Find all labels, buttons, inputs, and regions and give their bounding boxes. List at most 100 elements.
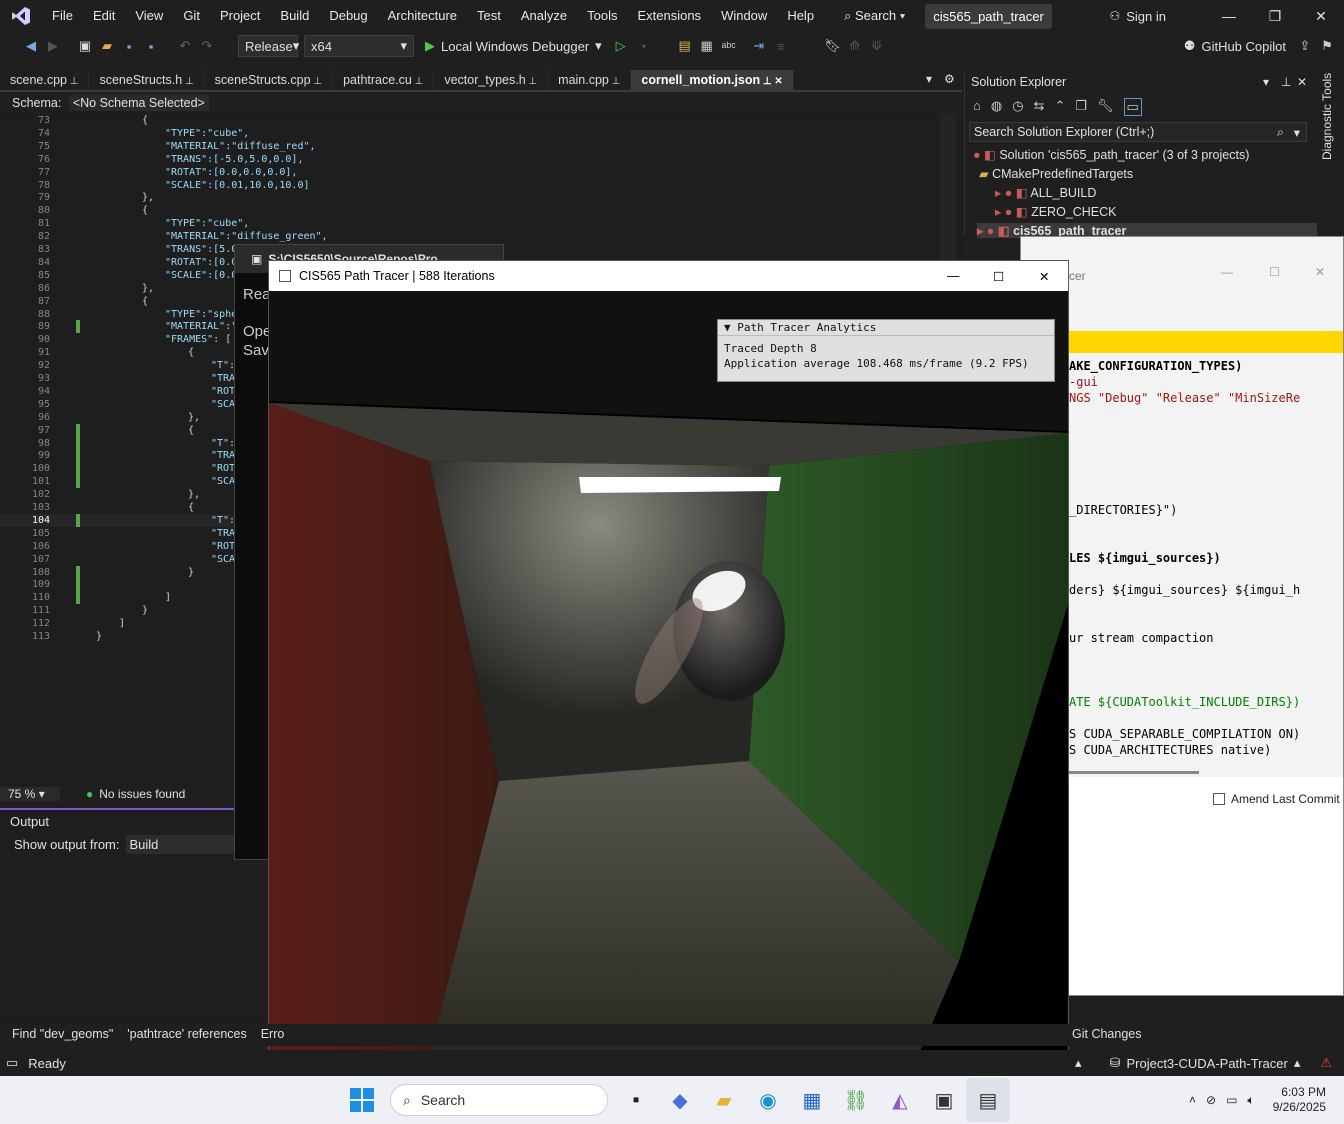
menu-window[interactable]: Window: [711, 0, 777, 32]
close-icon[interactable]: ✕: [1298, 8, 1344, 25]
clock[interactable]: 6:03 PM 9/26/2025: [1273, 1085, 1326, 1115]
edge-icon[interactable]: ◉: [746, 1078, 790, 1122]
repo-name[interactable]: Project3-CUDA-Path-Tracer: [1126, 1056, 1287, 1071]
properties-icon[interactable]: 🔧︎: [1097, 98, 1114, 116]
next-bookmark-icon[interactable]: ⟱: [866, 38, 888, 54]
tree-item[interactable]: ● ◧ Solution 'cis565_path_tracer' (3 of …: [973, 147, 1249, 162]
configuration-dropdown[interactable]: Release ▾: [238, 35, 299, 57]
history-icon[interactable]: ◷: [1012, 98, 1023, 116]
network-off-icon[interactable]: ⊘: [1206, 1093, 1216, 1107]
start-icon[interactable]: [340, 1078, 384, 1122]
maximize-icon[interactable]: ☐: [1269, 265, 1280, 279]
chevron-up-icon[interactable]: ˄: [1189, 1093, 1196, 1107]
menu-build[interactable]: Build: [270, 0, 319, 32]
menu-project[interactable]: Project: [210, 0, 270, 32]
path-tracer-app-icon[interactable]: ▤: [966, 1078, 1010, 1122]
chevron-up-icon[interactable]: ▴: [1294, 1055, 1301, 1071]
layout-icon[interactable]: ▦: [696, 38, 718, 54]
pin-icon[interactable]: ⊥: [311, 76, 322, 87]
settings-icon[interactable]: ⚙: [944, 72, 955, 86]
pin-icon[interactable]: ⊥: [182, 76, 194, 87]
bottom-tab[interactable]: Find "dev_geoms": [12, 1027, 113, 1041]
close-icon[interactable]: ✕: [1297, 75, 1307, 89]
feedback-icon[interactable]: ⚑: [1316, 38, 1338, 54]
prev-bookmark-icon[interactable]: ⟰: [844, 38, 866, 54]
preview-icon[interactable]: ▭: [1123, 98, 1142, 116]
save-all-icon[interactable]: ▪: [140, 39, 162, 54]
solution-search-input[interactable]: Search Solution Explorer (Ctrl+;) ⌕ ▾: [969, 122, 1307, 142]
bottom-tab[interactable]: 'pathtrace' references: [127, 1027, 246, 1041]
taskbar-search-box[interactable]: ⌕ Search: [390, 1084, 608, 1116]
tab-overflow-dropdown[interactable]: ▾: [926, 72, 932, 86]
pin-icon[interactable]: ⊥: [412, 76, 424, 87]
search-menu[interactable]: ⌕ Search ▾: [836, 8, 913, 24]
share-icon[interactable]: ⇪: [1294, 38, 1316, 54]
bottom-tab[interactable]: Erro: [261, 1027, 285, 1041]
git-tool-icon[interactable]: ⛓: [834, 1078, 878, 1122]
chevron-down-icon[interactable]: ▾: [1263, 75, 1269, 89]
tab-main-cpp[interactable]: main.cpp ⊥: [548, 70, 632, 90]
pin-icon[interactable]: ⊥: [526, 76, 537, 87]
collapse-icon[interactable]: ⌃: [1054, 98, 1065, 116]
minimize-icon[interactable]: —: [947, 269, 960, 283]
git-changes-tab[interactable]: Git Changes: [1072, 1027, 1141, 1041]
start-without-debugging-icon[interactable]: ▷: [610, 38, 632, 54]
pin-icon[interactable]: ⊥: [609, 76, 621, 87]
solution-name-badge[interactable]: cis565_path_tracer: [925, 3, 1052, 29]
chevron-up-icon[interactable]: ▴: [1075, 1055, 1082, 1071]
amend-commit-checkbox[interactable]: [1213, 793, 1225, 805]
menu-file[interactable]: File: [42, 0, 83, 32]
pin-close-icon[interactable]: ⊥ ✕: [760, 76, 783, 87]
menu-edit[interactable]: Edit: [83, 0, 125, 32]
folder-view-icon[interactable]: ▤: [674, 38, 696, 54]
open-folder-icon[interactable]: ▰: [96, 38, 118, 54]
platform-dropdown[interactable]: x64 ▾: [304, 35, 414, 57]
forward-icon[interactable]: ▶: [42, 38, 64, 54]
pin-icon[interactable]: ⊥: [1281, 75, 1291, 89]
zoom-dropdown[interactable]: 75 % ▾: [0, 787, 60, 801]
spell-check-icon[interactable]: ᵃᵇᶜ: [718, 39, 740, 54]
restore-icon[interactable]: ❐: [1252, 8, 1298, 25]
tab-scenestructs-h[interactable]: sceneStructs.h ⊥: [89, 70, 205, 90]
menu-tools[interactable]: Tools: [577, 0, 627, 32]
hot-reload-icon[interactable]: ◔: [632, 39, 654, 54]
start-debugging-icon[interactable]: ▶: [425, 38, 435, 54]
bookmark-icon[interactable]: 🔖︎: [822, 38, 844, 54]
visual-studio-icon[interactable]: ◭: [878, 1078, 922, 1122]
diagnostic-tools-side-tab[interactable]: Diagnostic Tools: [1320, 73, 1334, 160]
analytics-header[interactable]: ▼ Path Tracer Analytics: [718, 320, 1054, 336]
chevron-down-icon[interactable]: ▾: [595, 38, 602, 54]
globe-icon[interactable]: ◍: [991, 98, 1002, 116]
display-icon[interactable]: ▭: [1226, 1093, 1237, 1107]
start-debugging-button[interactable]: Local Windows Debugger: [441, 39, 589, 54]
pin-icon[interactable]: ⊥: [67, 76, 79, 87]
output-window-icon[interactable]: ▭: [6, 1055, 18, 1071]
schema-dropdown[interactable]: <No Schema Selected>: [68, 95, 209, 111]
store-icon[interactable]: ▦: [790, 1078, 834, 1122]
comment-icon[interactable]: ≡: [770, 39, 792, 54]
horizontal-scrollbar[interactable]: [1069, 771, 1199, 774]
terminal-app-icon[interactable]: ▣: [922, 1078, 966, 1122]
copilot-icon[interactable]: ⚉: [1184, 38, 1196, 54]
sign-in-link[interactable]: Sign in: [1126, 9, 1166, 24]
copy-icon[interactable]: ❐: [1075, 98, 1087, 116]
notifications-icon[interactable]: ⚠: [1320, 1055, 1332, 1071]
menu-help[interactable]: Help: [777, 0, 824, 32]
tab-pathtrace-cu[interactable]: pathtrace.cu ⊥: [333, 70, 435, 90]
tab-scene-cpp[interactable]: scene.cpp ⊥: [0, 70, 90, 90]
menu-view[interactable]: View: [125, 0, 173, 32]
menu-git[interactable]: Git: [173, 0, 210, 32]
tree-item[interactable]: ▰ CMakePredefinedTargets: [979, 166, 1133, 181]
render-view[interactable]: [269, 291, 1069, 1076]
tab-cornell-motion-json[interactable]: cornell_motion.json ⊥ ✕: [631, 70, 794, 90]
minimize-icon[interactable]: —: [1206, 8, 1252, 24]
volume-icon[interactable]: 🔈︎: [1247, 1093, 1254, 1108]
menu-extensions[interactable]: Extensions: [627, 0, 711, 32]
tab-vector-types-h[interactable]: vector_types.h ⊥: [434, 70, 549, 90]
close-icon[interactable]: ✕: [1039, 269, 1049, 284]
tab-scenestructs-cpp[interactable]: sceneStructs.cpp ⊥: [205, 70, 334, 90]
menu-test[interactable]: Test: [467, 0, 511, 32]
back-icon[interactable]: ◀: [20, 38, 42, 54]
redo-icon[interactable]: ↷: [196, 38, 218, 54]
menu-analyze[interactable]: Analyze: [511, 0, 577, 32]
